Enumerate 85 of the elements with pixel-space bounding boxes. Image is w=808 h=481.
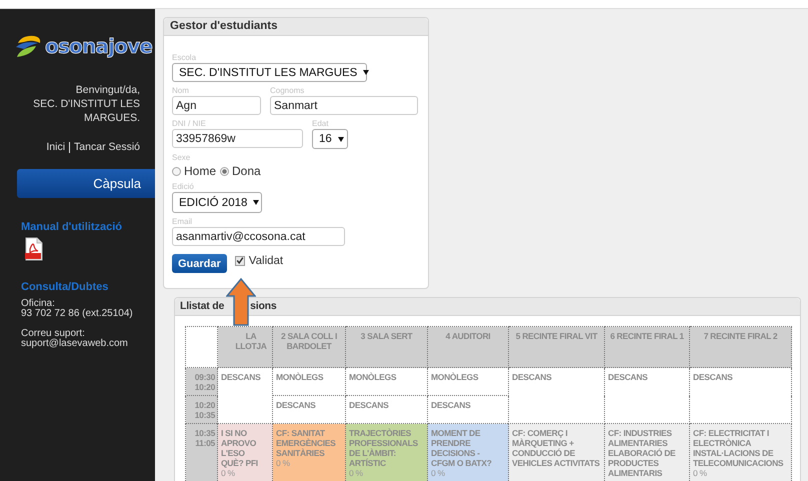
session-cell[interactable]: CF: COMERÇ I MÀRQUETING + CONDUCCIÓ DE VEHICLES ACTIVITATS — [508, 424, 604, 481]
session-cell[interactable]: DESCANS — [508, 368, 604, 424]
session-title: MONÒLEGS — [349, 372, 398, 382]
school-select[interactable]: SEC. D'INSTITUT LES MARGUES — [172, 63, 367, 82]
session-title: I SI NO APROVO L'ESO QUÈ? PFI — [221, 428, 259, 468]
nav-link[interactable]: Tancar Sessió — [74, 141, 140, 153]
session-title: MONÒLEGS — [276, 372, 324, 382]
column-header: 5 RECINTE FIRAL VIT — [516, 331, 598, 341]
session-cell[interactable]: MONÒLEGS — [428, 368, 508, 396]
session-cell[interactable]: DESCANS — [346, 396, 428, 424]
session-title: DESCANS — [431, 400, 472, 410]
manual-link[interactable]: Manual d'utilització — [21, 221, 122, 233]
column-header: 3 SALA SERT — [360, 331, 412, 341]
field-label: Email — [172, 217, 192, 226]
session-cell[interactable]: CF: INDUSTRIES ALIMENTARIES ELABORACIÓ DE PRODUCTES ALIMENTARIS — [604, 424, 690, 481]
session-title: DESCANS — [608, 372, 648, 382]
nav-link[interactable]: Inici — [46, 141, 66, 153]
session-title: DESCANS — [221, 372, 262, 382]
field-label: DNI / NIE — [172, 119, 206, 128]
welcome-text: SEC. D'INSTITUT LES MARGUES. — [32, 97, 140, 125]
session-cell[interactable]: DESCANS — [218, 368, 272, 424]
column-header: 4 AUDITORI — [446, 331, 490, 341]
validated-checkbox[interactable]: Validat — [234, 254, 284, 266]
session-cell[interactable]: CF: ELECTRICITAT I ELECTRÒNICA INSTAL·LACIONS DE TELECOMUNICACIONS 0 % — [690, 424, 792, 481]
logo-text: osonajove — [45, 34, 152, 58]
id-field[interactable]: 33957869w — [172, 129, 303, 148]
name-field[interactable]: Agn — [172, 96, 261, 115]
session-cell[interactable]: MONÒLEGS — [272, 368, 346, 396]
contact-heading: Consulta/Dubtes — [21, 281, 108, 293]
field-label: Edició — [172, 182, 194, 191]
session-title: DESCANS — [276, 400, 316, 410]
age-select[interactable]: 16 — [312, 129, 348, 149]
column-header: 2 SALA COLL I BARDOLET — [280, 331, 338, 351]
session-title: DESCANS — [693, 372, 734, 382]
session-title: CF: COMERÇ I MÀRQUETING + CONDUCCIÓ DE VEHICLES ACTIVITATS — [512, 428, 601, 468]
column-header: 7 RECINTE FIRAL 2 — [704, 331, 778, 341]
session-cell[interactable]: TRAJECTÒRIES PROFESSIONALS DE L'ÀMBIT: ARTÍSTIC 0 % — [346, 424, 428, 481]
field-label: Sexe — [172, 153, 190, 162]
session-cell[interactable]: DESCANS — [272, 396, 346, 424]
contact-label: Correu suport: — [21, 329, 85, 339]
session-title: DESCANS — [512, 372, 552, 382]
occupancy-percent: 0 % — [349, 468, 364, 478]
pdf-icon[interactable] — [24, 237, 44, 261]
column-header: 6 RECINTE FIRAL 1 — [610, 331, 684, 341]
time-label: 09:30 10:20 — [194, 372, 215, 392]
panel-title: Llistat de — [180, 300, 224, 313]
session-cell[interactable]: DESCANS — [604, 368, 690, 424]
session-cell[interactable]: I SI NO APROVO L'ESO QUÈ? PFI 0 % — [218, 424, 272, 481]
session-title: CF: ELECTRICITAT I ELECTRÒNICA INSTAL·LACIONS DE TELECOMUNICACIONS — [693, 428, 784, 468]
time-label: 10:20 10:35 — [194, 400, 215, 420]
field-label: Escola — [172, 53, 196, 62]
edition-select[interactable]: EDICIÓ 2018 — [172, 192, 262, 213]
session-title: MOMENT DE PRENDRE DECISIONS - CFGM O BATX? — [431, 428, 492, 468]
time-label: 10:35 11:05 — [194, 428, 215, 448]
session-cell[interactable]: DESCANS — [690, 368, 792, 424]
field-label: Cognoms — [270, 86, 304, 95]
session-title: DESCANS — [349, 400, 390, 410]
field-label: Edat — [312, 119, 328, 128]
contact-value: 93 702 72 86 (ext.25104) — [21, 309, 134, 319]
surname-field[interactable]: Sanmart — [270, 96, 418, 115]
contact-label: Oficina: — [21, 299, 56, 309]
occupancy-percent: 0 % — [431, 468, 446, 478]
occupancy-percent: 0 % — [693, 468, 708, 478]
contact-value: suport@lasevaweb.com — [21, 339, 129, 349]
nav-button[interactable]: Càpsula — [17, 169, 155, 198]
session-title: CF: INDUSTRIES ALIMENTARIES ELABORACIÓ DE PRODUCTES ALIMENTARIS — [608, 428, 676, 478]
sex-radio[interactable]: Home — [172, 164, 216, 178]
session-cell[interactable]: DESCANS — [428, 396, 508, 424]
email-field[interactable]: asanmartiv@ccosona.cat — [172, 227, 345, 246]
checkmark-icon — [236, 256, 244, 265]
session-cell[interactable]: CF: SANITAT EMERGÈNCIES SANITÀRIES 0 % — [272, 424, 346, 481]
session-title: TRAJECTÒRIES PROFESSIONALS DE L'ÀMBIT: ARTÍSTIC — [349, 428, 419, 468]
sex-radio[interactable]: Dona — [220, 164, 261, 178]
column-header: LA LLOTJA — [235, 331, 267, 351]
occupancy-percent: 0 % — [221, 468, 236, 478]
session-cell[interactable]: MONÒLEGS — [346, 368, 428, 396]
panel-title: Gestor d'estudiants — [164, 18, 428, 36]
session-title: CF: SANITAT EMERGÈNCIES SANITÀRIES — [276, 428, 337, 458]
welcome-text: Benvingut/da, — [74, 83, 140, 97]
session-title: MONÒLEGS — [431, 372, 480, 382]
field-label: Nom — [172, 86, 189, 95]
save-button[interactable]: Guardar — [172, 254, 227, 273]
panel-title: sions — [250, 300, 277, 313]
session-cell[interactable]: MOMENT DE PRENDRE DECISIONS - CFGM O BATX? 0 % — [428, 424, 508, 481]
occupancy-percent: 0 % — [276, 458, 291, 468]
